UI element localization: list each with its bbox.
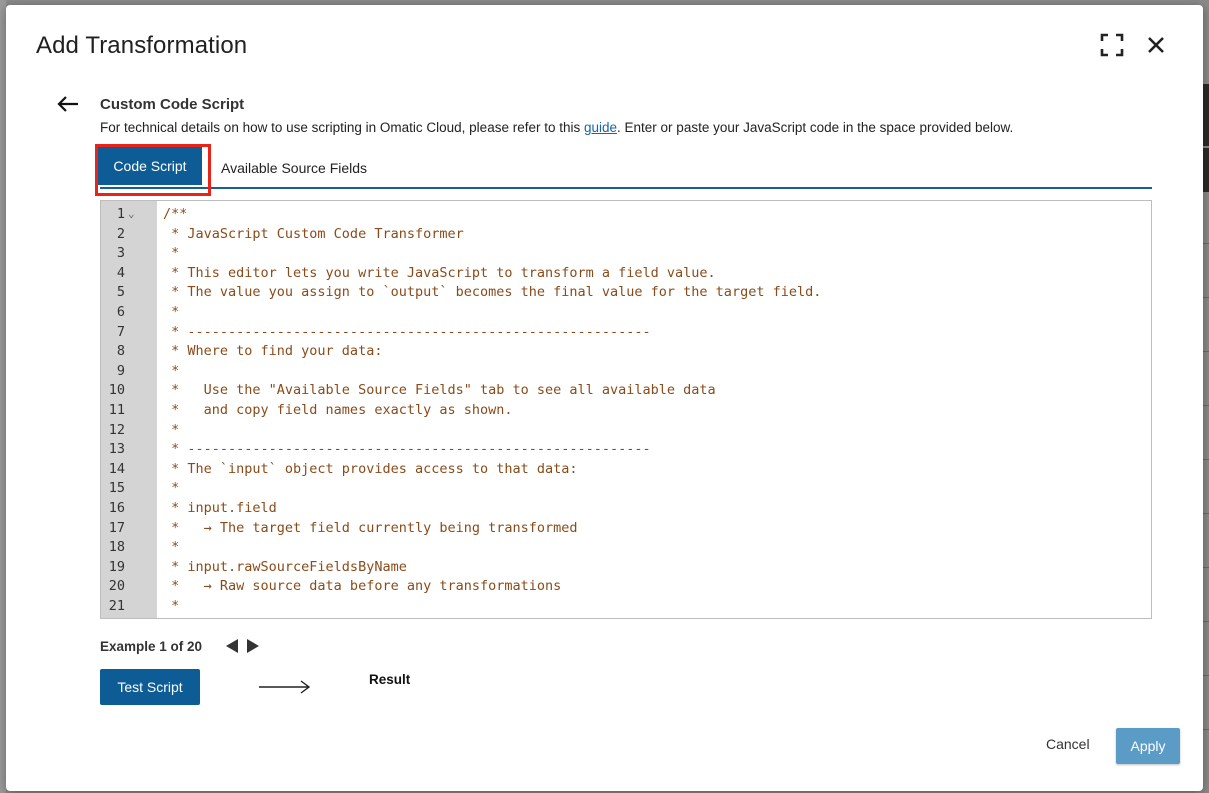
line-number: 12 [108,421,125,438]
cancel-button[interactable]: Cancel [1046,736,1090,752]
code-line[interactable]: 3 * [101,243,1151,263]
code-line[interactable]: 2 * JavaScript Custom Code Transformer [101,224,1151,244]
line-number: 8 [116,343,125,360]
code-line[interactable]: 12 * [101,420,1151,440]
fold-chevron-icon[interactable]: ⌄ [128,204,135,224]
expand-icon[interactable] [1100,33,1124,57]
line-number: 11 [108,402,125,418]
description-text: For technical details on how to use scri… [100,120,584,135]
line-number: 13 [108,441,125,458]
line-number: 6 [116,304,125,320]
code-line[interactable]: 11 * and copy field names exactly as sho… [101,400,1151,420]
code-line[interactable]: 21 * [101,596,1151,616]
line-number: 17 [108,519,125,536]
highlight-box: Code Script [95,144,211,196]
code-text: * [163,598,180,614]
line-number: 3 [116,245,125,262]
description-text-end: . Enter or paste your JavaScript code in… [617,120,1014,135]
line-number: 10 [108,382,125,399]
code-line[interactable]: 14 * The `input` object provides access … [101,459,1151,479]
test-script-button[interactable]: Test Script [100,669,200,705]
code-text: * → The target field currently being tra… [163,519,578,536]
dialog-title: Add Transformation [36,32,248,59]
example-counter: Example 1 of 20 [100,639,203,654]
section-description: For technical details on how to use scri… [100,120,1013,135]
code-line[interactable]: 13 * -----------------------------------… [101,439,1151,459]
code-text: * This editor lets you write JavaScript … [163,264,716,281]
line-number: 18 [108,539,125,556]
arrow-right-icon [259,679,311,695]
code-text: * input.field [163,500,277,516]
line-number: 14 [108,460,125,477]
line-number: 15 [108,480,125,497]
line-number: 21 [108,598,125,614]
code-text: * [163,245,180,262]
result-label: Result [369,672,411,687]
back-arrow-icon[interactable] [56,95,80,113]
code-text: * [163,421,180,438]
code-text: * Use the "Available Source Fields" tab … [163,382,716,399]
code-text: * [163,362,180,379]
line-number: 16 [108,500,125,516]
code-text: * JavaScript Custom Code Transformer [163,225,464,242]
line-number: 5 [116,284,125,301]
line-number: 7 [116,323,125,340]
code-line[interactable]: 1 ⌄ /** [101,204,1151,224]
section-title: Custom Code Script [100,96,245,113]
code-line[interactable]: 10 * Use the "Available Source Fields" t… [101,380,1151,400]
close-icon[interactable] [1145,34,1167,56]
line-number: 19 [108,558,125,575]
code-line[interactable]: 15 * [101,478,1151,498]
code-text: /** [163,206,188,222]
code-editor[interactable]: 1 ⌄ /** 2 * JavaScript Custom Code Transfor… [100,200,1152,619]
line-number: 2 [116,225,125,242]
apply-button[interactable]: Apply [1116,728,1180,764]
line-number: 4 [116,264,125,281]
tab-available-source-fields[interactable]: Available Source Fields [221,149,367,187]
code-line[interactable]: 18 * [101,537,1151,557]
code-text: * [163,480,180,497]
code-line[interactable]: 4 * This editor lets you write JavaScrip… [101,263,1151,283]
line-number: 9 [116,362,125,379]
code-line[interactable]: 9 * [101,361,1151,381]
code-text: * The value you assign to `output` becom… [163,284,822,301]
code-line[interactable]: 7 * ------------------------------------… [101,322,1151,342]
code-text: * → Raw source data before any transform… [163,578,562,595]
code-text: * [163,304,180,320]
code-line[interactable]: 5 * The value you assign to `output` bec… [101,282,1151,302]
next-example-icon[interactable] [246,638,260,654]
code-text: * Where to find your data: [163,343,383,360]
code-line[interactable]: 20 * → Raw source data before any transf… [101,576,1151,596]
guide-link[interactable]: guide [584,120,617,135]
code-text: * --------------------------------------… [163,441,651,458]
code-text: * input.rawSourceFieldsByName [163,558,407,575]
code-line[interactable]: 17 * → The target field currently being … [101,518,1151,538]
code-line[interactable]: 6 * [101,302,1151,322]
tab-code-script[interactable]: Code Script [98,147,202,185]
line-number: 1 [116,206,125,222]
code-line[interactable]: 19 * input.rawSourceFieldsByName [101,557,1151,577]
tab-bar: Code Script Available Source Fields [95,144,1152,196]
add-transformation-dialog: Add Transformation Custom Code Script Fo… [6,5,1203,791]
code-line[interactable]: 8 * Where to find your data: [101,341,1151,361]
line-number: 20 [108,578,125,595]
code-text: * and copy field names exactly as shown. [163,402,513,418]
previous-example-icon[interactable] [225,638,239,654]
code-line[interactable]: 16 * input.field [101,498,1151,518]
code-text: * The `input` object provides access to … [163,460,578,477]
code-text: * --------------------------------------… [163,323,651,340]
code-text: * [163,539,180,556]
